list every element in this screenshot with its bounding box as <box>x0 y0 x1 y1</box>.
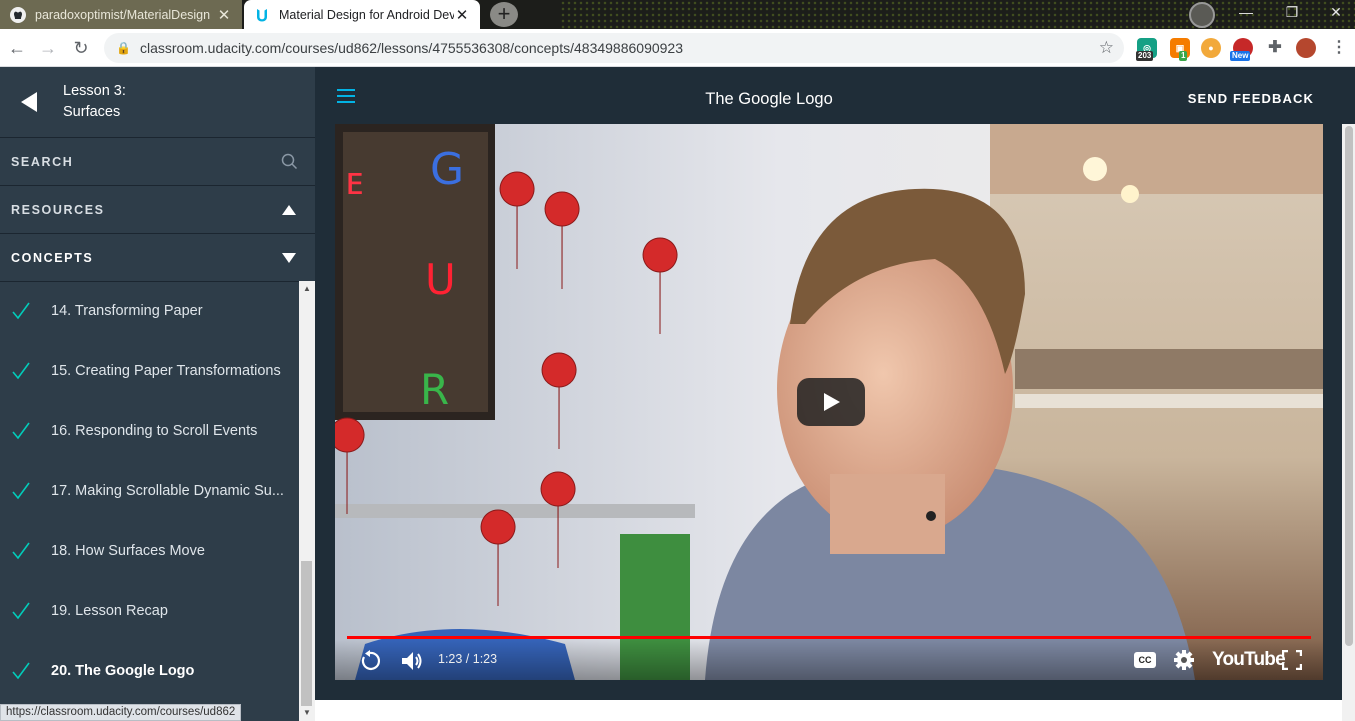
search-label: SEARCH <box>11 154 74 169</box>
extension-badge: 1 <box>1179 51 1188 61</box>
concept-label: 18. How Surfaces Move <box>51 543 205 559</box>
browser-toolbar: ← → ↻ 🔒 classroom.udacity.com/courses/ud… <box>0 29 1355 67</box>
browser-tab-strip: paradoxoptimist/MaterialDesign ✕ Materia… <box>0 0 1355 29</box>
page-scrollbar[interactable] <box>1342 124 1355 721</box>
window-close-button[interactable]: ✕ <box>1316 0 1355 29</box>
checkmark-icon <box>12 602 30 620</box>
checkmark-icon <box>12 422 30 440</box>
checkmark-icon <box>12 542 30 560</box>
concept-item-18[interactable]: 18. How Surfaces Move <box>0 521 298 581</box>
udacity-icon <box>254 7 270 23</box>
bookmark-star-icon[interactable]: ☆ <box>1099 38 1114 58</box>
scroll-down-arrow-icon[interactable]: ▼ <box>303 708 311 717</box>
tab-title: Material Design for Android Deve <box>279 7 454 22</box>
checkmark-icon <box>12 482 30 500</box>
sidebar-concepts[interactable]: CONCEPTS <box>0 234 315 282</box>
extension-ticket-icon[interactable]: ◎ 203 <box>1136 38 1157 61</box>
concept-item-20-current[interactable]: 20. The Google Logo <box>0 641 298 701</box>
send-feedback-button[interactable]: SEND FEEDBACK <box>1188 67 1314 131</box>
link-status-tooltip: https://classroom.udacity.com/courses/ud… <box>0 704 242 721</box>
concept-label: 20. The Google Logo <box>51 663 195 679</box>
page-content-below-video <box>315 700 1342 721</box>
forward-arrow-icon[interactable]: → <box>36 36 60 60</box>
page-title: The Google Logo <box>705 90 833 108</box>
youtube-video-player[interactable]: ᴇ G U R 1:23 / 1:23 CC YouTube <box>335 124 1323 680</box>
lesson-name: Surfaces <box>63 104 121 120</box>
fullscreen-icon[interactable] <box>1282 650 1302 670</box>
address-bar[interactable]: 🔒 classroom.udacity.com/courses/ud862/le… <box>104 33 1124 63</box>
svg-text:ᴇ: ᴇ <box>345 159 364 203</box>
tab-title: paradoxoptimist/MaterialDesign <box>35 7 211 22</box>
github-icon <box>10 6 26 23</box>
svg-text:U: U <box>425 255 456 304</box>
video-controls: 1:23 / 1:23 CC YouTube <box>335 640 1323 680</box>
menu-kebab-icon[interactable]: ⋮ <box>1329 38 1349 58</box>
concept-item-14[interactable]: 14. Transforming Paper <box>0 281 298 341</box>
maximize-button[interactable]: ❐ <box>1272 0 1312 29</box>
lesson-sidebar: Lesson 3: Surfaces SEARCH RESOURCES CONC… <box>0 67 315 721</box>
concept-item-19[interactable]: 19. Lesson Recap <box>0 581 298 641</box>
scrollbar-thumb[interactable] <box>301 561 312 706</box>
lesson-title: Lesson 3: Surfaces <box>63 81 126 123</box>
checkmark-icon <box>12 662 30 680</box>
reload-icon[interactable]: ↻ <box>69 36 93 60</box>
checkmark-icon <box>12 302 30 320</box>
expand-down-icon <box>282 252 296 263</box>
volume-icon[interactable] <box>400 650 424 672</box>
concept-item-17[interactable]: 17. Making Scrollable Dynamic Su... <box>0 461 298 521</box>
youtube-logo[interactable]: YouTube <box>1212 649 1286 671</box>
sidebar-search[interactable]: SEARCH <box>0 138 315 186</box>
page-scrollbar-thumb[interactable] <box>1345 126 1353 646</box>
concept-list: 14. Transforming Paper 15. Creating Pape… <box>0 281 298 721</box>
svg-text:G: G <box>430 144 464 195</box>
browser-tab-github[interactable]: paradoxoptimist/MaterialDesign ✕ <box>0 0 242 29</box>
search-icon[interactable] <box>281 153 298 170</box>
concept-label: 17. Making Scrollable Dynamic Su... <box>51 483 284 499</box>
video-time: 1:23 / 1:23 <box>438 652 498 666</box>
sidebar-resources[interactable]: RESOURCES <box>0 186 315 234</box>
concept-item-15[interactable]: 15. Creating Paper Transformations <box>0 341 298 401</box>
scroll-up-arrow-icon[interactable]: ▲ <box>303 284 311 293</box>
extension-new-icon[interactable]: New <box>1230 38 1253 61</box>
svg-text:R: R <box>420 365 449 414</box>
chrome-profile-icon[interactable] <box>1189 2 1215 28</box>
profile-avatar-icon[interactable] <box>1296 38 1316 58</box>
minimize-button[interactable]: — <box>1226 0 1266 29</box>
extension-orange-icon[interactable]: ▣ 1 <box>1170 38 1190 61</box>
replay-icon[interactable] <box>359 650 381 672</box>
video-progress-bar[interactable] <box>347 636 1311 639</box>
settings-gear-icon[interactable] <box>1174 650 1194 670</box>
checkmark-icon <box>12 362 30 380</box>
lesson-number: Lesson 3: <box>63 83 126 99</box>
concept-label: 15. Creating Paper Transformations <box>51 363 281 379</box>
concept-label: 14. Transforming Paper <box>51 303 203 319</box>
closed-captions-icon[interactable]: CC <box>1134 652 1156 668</box>
extension-badge: 203 <box>1136 51 1154 61</box>
url-text: classroom.udacity.com/courses/ud862/less… <box>140 40 683 56</box>
tab-close-icon[interactable]: ✕ <box>454 6 470 24</box>
browser-tab-udacity[interactable]: Material Design for Android Deve ✕ <box>244 0 480 29</box>
lesson-header[interactable]: Lesson 3: Surfaces <box>0 67 315 138</box>
concepts-label: CONCEPTS <box>11 250 94 265</box>
new-tab-button[interactable]: + <box>490 2 518 27</box>
resources-label: RESOURCES <box>11 202 105 217</box>
extension-badge: New <box>1230 51 1251 61</box>
lock-icon: 🔒 <box>116 41 131 55</box>
concept-label: 19. Lesson Recap <box>51 603 168 619</box>
concept-list-scrollbar[interactable]: ▲ ▼ <box>299 281 315 721</box>
classroom-header: The Google Logo SEND FEEDBACK <box>315 67 1355 124</box>
collapse-up-icon <box>282 204 296 215</box>
concept-item-16[interactable]: 16. Responding to Scroll Events <box>0 401 298 461</box>
extensions-puzzle-icon[interactable]: ✚ <box>1265 38 1285 58</box>
back-arrow-icon[interactable]: ← <box>5 36 29 60</box>
concept-label: 16. Responding to Scroll Events <box>51 423 258 439</box>
tab-close-icon[interactable]: ✕ <box>216 6 232 24</box>
extension-cookie-icon[interactable]: ● <box>1201 38 1221 58</box>
back-triangle-icon[interactable] <box>21 92 37 112</box>
play-button-icon[interactable] <box>797 378 865 426</box>
